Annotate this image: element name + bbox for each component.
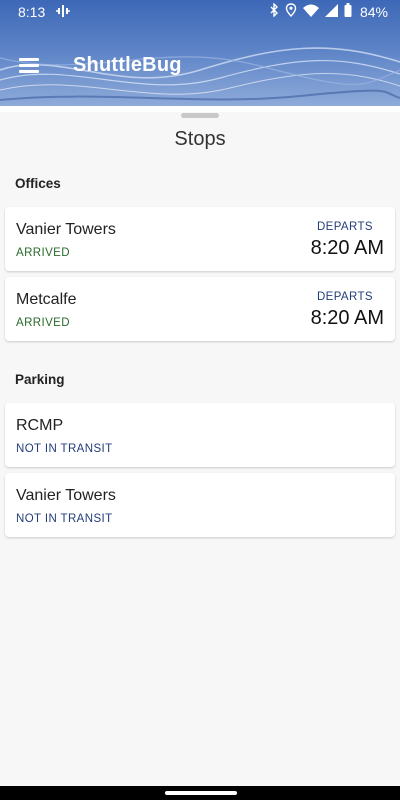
status-time: 8:13 — [18, 4, 46, 20]
app-title: ShuttleBug — [73, 54, 182, 76]
home-gesture-handle[interactable] — [165, 791, 237, 795]
status-bar: 8:13 84% — [0, 0, 400, 26]
location-icon — [285, 3, 297, 20]
departs-time: 8:20 AM — [310, 307, 384, 329]
menu-icon[interactable] — [14, 50, 44, 80]
section-label-parking: Parking — [15, 372, 65, 387]
signal-icon — [324, 3, 338, 20]
stop-status: ARRIVED — [16, 247, 70, 259]
stop-status: NOT IN TRANSIT — [16, 443, 113, 455]
toolbar: ShuttleBug — [0, 42, 400, 90]
stop-name: RCMP — [16, 417, 64, 434]
stop-name: Metcalfe — [16, 291, 77, 308]
stop-card[interactable]: Vanier Towers NOT IN TRANSIT — [5, 473, 395, 537]
sheet-title: Stops — [174, 128, 226, 150]
departs-time: 8:20 AM — [310, 237, 384, 259]
wifi-icon — [302, 4, 319, 20]
app-header: 8:13 84% ShuttleBug — [0, 0, 400, 106]
battery-percent: 84% — [359, 3, 388, 20]
podcast-icon — [56, 4, 70, 21]
bluetooth-icon — [269, 2, 279, 20]
stop-card[interactable]: Vanier Towers ARRIVED DEPARTS 8:20 AM — [5, 207, 395, 271]
stop-status: ARRIVED — [16, 317, 70, 329]
departs-label: DEPARTS — [316, 221, 373, 233]
sheet-drag-handle[interactable] — [181, 113, 219, 118]
battery-icon — [344, 3, 352, 20]
stop-name: Vanier Towers — [16, 221, 116, 238]
stop-name: Vanier Towers — [16, 487, 116, 504]
stops-sheet: Stops Offices Vanier Towers ARRIVED DEPA… — [0, 106, 400, 786]
departs-label: DEPARTS — [316, 291, 373, 303]
section-label-offices: Offices — [15, 176, 61, 191]
system-nav-bar — [0, 786, 400, 800]
stop-card[interactable]: Metcalfe ARRIVED DEPARTS 8:20 AM — [5, 277, 395, 341]
stop-status: NOT IN TRANSIT — [16, 513, 113, 525]
stop-card[interactable]: RCMP NOT IN TRANSIT — [5, 403, 395, 467]
